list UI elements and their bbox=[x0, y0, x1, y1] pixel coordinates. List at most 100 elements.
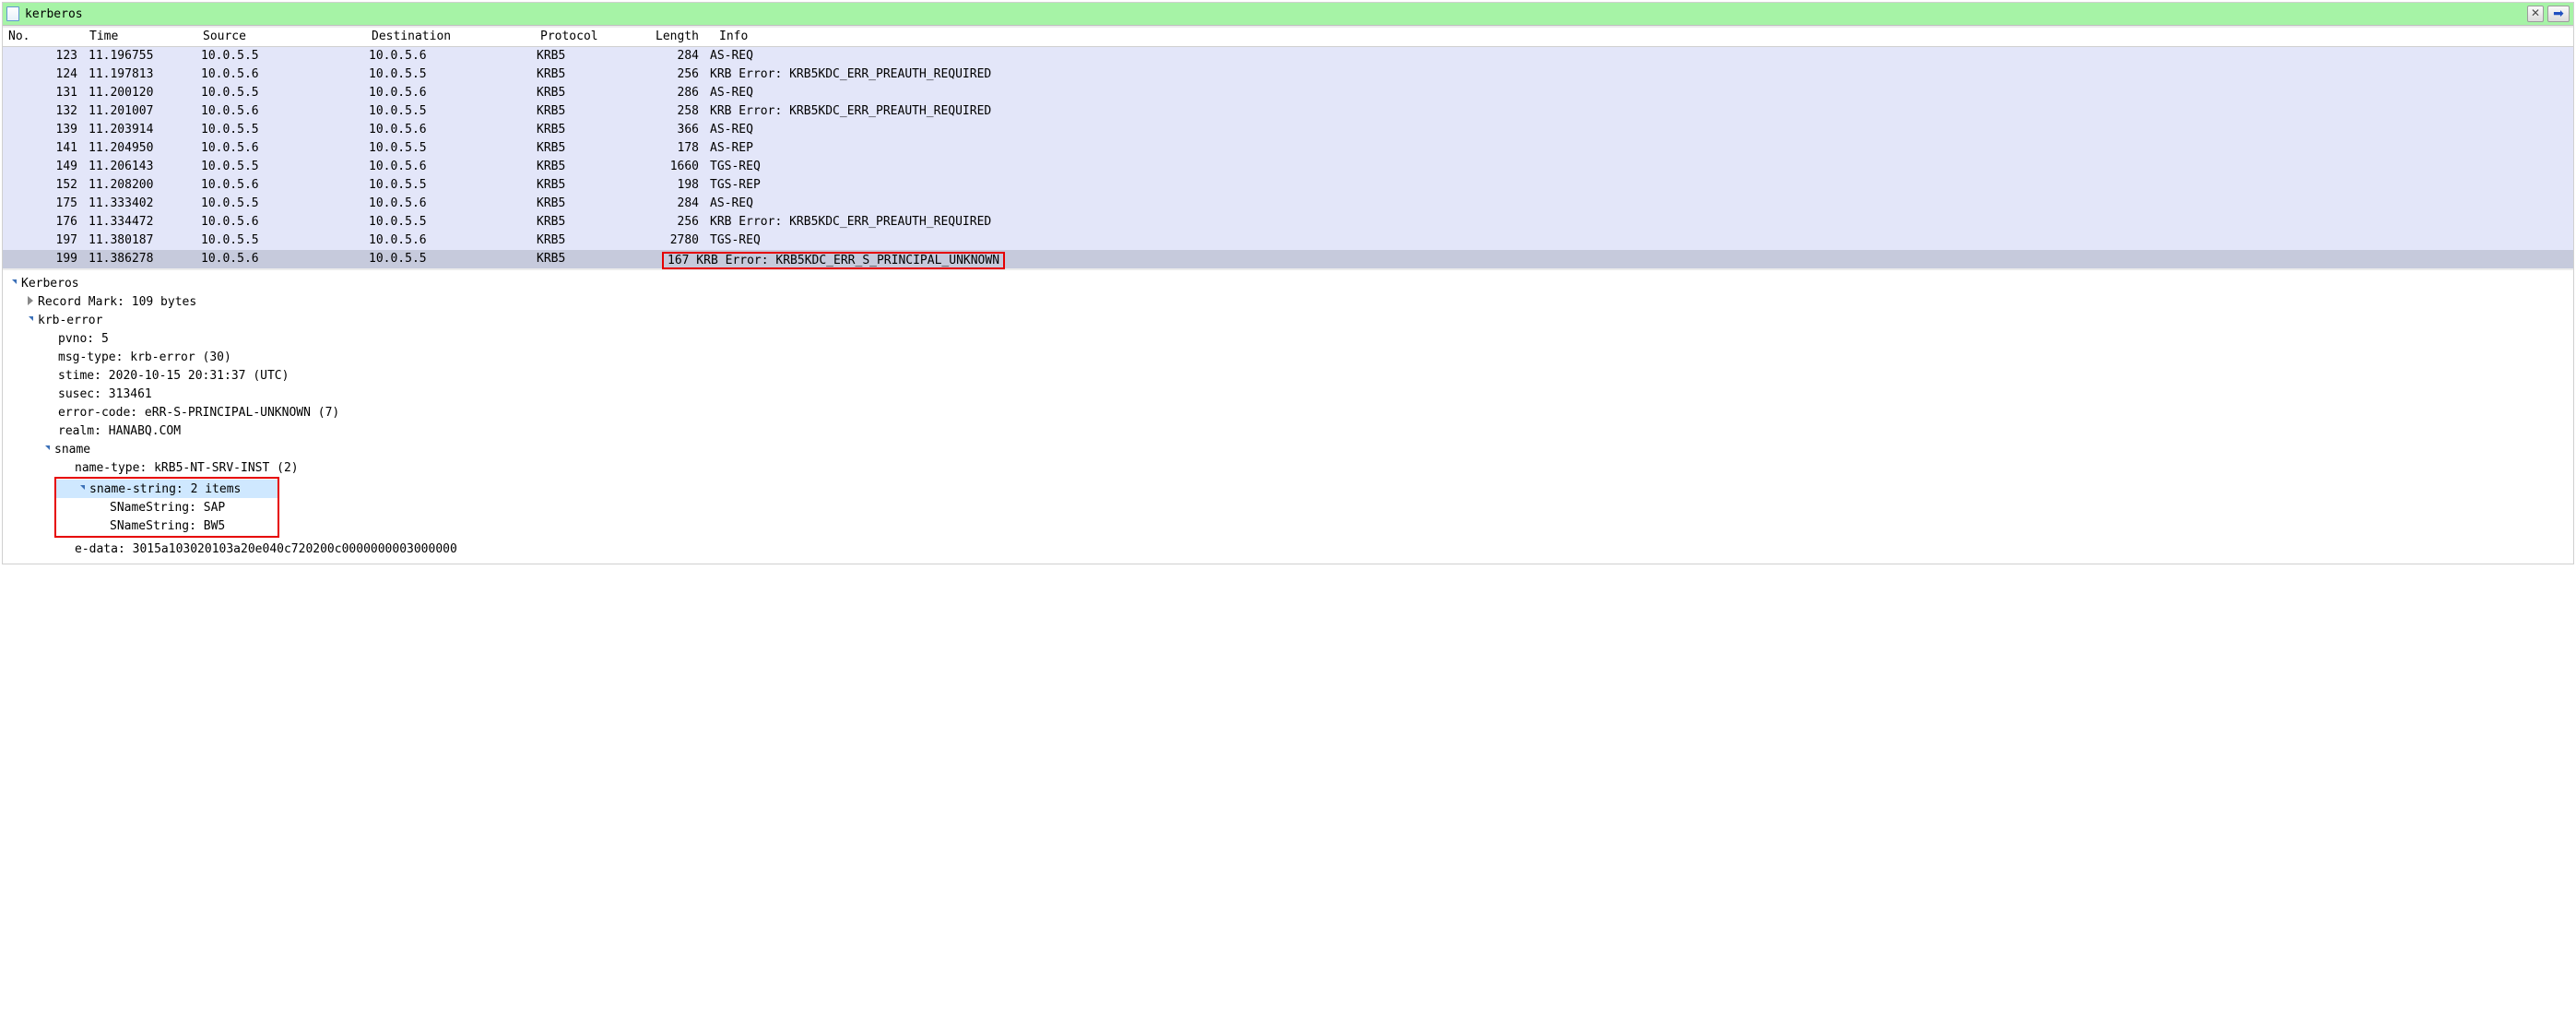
packet-list-header[interactable]: No. Time Source Destination Protocol Len… bbox=[3, 28, 2573, 47]
tree-leaf-e-data[interactable]: e-data: 3015a103020103a20e040c720200c000… bbox=[3, 540, 2573, 558]
tree-label: realm: HANABQ.COM bbox=[58, 424, 181, 438]
cell-time: 11.333402 bbox=[83, 195, 195, 213]
column-header-time[interactable]: Time bbox=[84, 28, 197, 46]
packet-row[interactable]: 17511.33340210.0.5.510.0.5.6KRB5284AS-RE… bbox=[3, 195, 2573, 213]
cell-length: 366 bbox=[645, 121, 704, 139]
packet-row[interactable]: 17611.33447210.0.5.610.0.5.5KRB5256KRB E… bbox=[3, 213, 2573, 231]
cell-no: 131 bbox=[3, 84, 83, 102]
cell-length: 286 bbox=[645, 84, 704, 102]
chevron-down-icon[interactable] bbox=[25, 315, 36, 326]
cell-time: 11.380187 bbox=[83, 231, 195, 250]
apply-filter-button[interactable]: ➡ bbox=[2547, 6, 2570, 22]
cell-no: 176 bbox=[3, 213, 83, 231]
cell-source: 10.0.5.6 bbox=[195, 65, 363, 84]
packet-row[interactable]: 13211.20100710.0.5.610.0.5.5KRB5258KRB E… bbox=[3, 102, 2573, 121]
column-header-info[interactable]: Info bbox=[714, 28, 2573, 46]
packet-row[interactable]: 14911.20614310.0.5.510.0.5.6KRB51660TGS-… bbox=[3, 158, 2573, 176]
tree-node-kerberos[interactable]: Kerberos bbox=[3, 274, 2573, 292]
column-header-source[interactable]: Source bbox=[197, 28, 366, 46]
tree-label: stime: 2020-10-15 20:31:37 (UTC) bbox=[58, 369, 289, 383]
cell-info: AS-REQ bbox=[704, 84, 2573, 102]
cell-no: 139 bbox=[3, 121, 83, 139]
cell-protocol: KRB5 bbox=[531, 250, 645, 268]
tree-leaf-snamestring-1[interactable]: SNameString: BW5 bbox=[56, 516, 278, 535]
cell-no: 149 bbox=[3, 158, 83, 176]
chevron-right-icon[interactable] bbox=[25, 296, 36, 307]
cell-source: 10.0.5.5 bbox=[195, 121, 363, 139]
chevron-down-icon[interactable] bbox=[77, 483, 88, 494]
tree-leaf-stime[interactable]: stime: 2020-10-15 20:31:37 (UTC) bbox=[3, 366, 2573, 385]
tree-node-krb-error[interactable]: krb-error bbox=[3, 311, 2573, 329]
annotation-highlight-box: sname-string: 2 items SNameString: SAP S… bbox=[54, 477, 279, 538]
tree-label: error-code: eRR-S-PRINCIPAL-UNKNOWN (7) bbox=[58, 406, 339, 420]
cell-source: 10.0.5.5 bbox=[195, 231, 363, 250]
tree-label: susec: 313461 bbox=[58, 387, 152, 401]
packet-row[interactable]: 19711.38018710.0.5.510.0.5.6KRB52780TGS-… bbox=[3, 231, 2573, 250]
cell-time: 11.206143 bbox=[83, 158, 195, 176]
tree-leaf-pvno[interactable]: pvno: 5 bbox=[3, 329, 2573, 348]
tree-label: SNameString: BW5 bbox=[110, 519, 225, 533]
cell-destination: 10.0.5.5 bbox=[363, 139, 531, 158]
cell-length: 258 bbox=[645, 102, 704, 121]
column-header-destination[interactable]: Destination bbox=[366, 28, 535, 46]
cell-destination: 10.0.5.6 bbox=[363, 195, 531, 213]
cell-protocol: KRB5 bbox=[531, 231, 645, 250]
tree-label: sname bbox=[54, 443, 90, 457]
cell-protocol: KRB5 bbox=[531, 121, 645, 139]
cell-protocol: KRB5 bbox=[531, 158, 645, 176]
packet-row[interactable]: 12311.19675510.0.5.510.0.5.6KRB5284AS-RE… bbox=[3, 47, 2573, 65]
packet-row[interactable]: 14111.20495010.0.5.610.0.5.5KRB5178AS-RE… bbox=[3, 139, 2573, 158]
cell-destination: 10.0.5.6 bbox=[363, 121, 531, 139]
tree-leaf-name-type[interactable]: name-type: kRB5-NT-SRV-INST (2) bbox=[3, 458, 2573, 477]
tree-node-record-mark[interactable]: Record Mark: 109 bytes bbox=[3, 292, 2573, 311]
tree-node-sname-string[interactable]: sname-string: 2 items bbox=[56, 480, 278, 498]
tree-leaf-snamestring-0[interactable]: SNameString: SAP bbox=[56, 498, 278, 516]
tree-leaf-susec[interactable]: susec: 313461 bbox=[3, 385, 2573, 403]
clear-filter-button[interactable]: ✕ bbox=[2527, 6, 2544, 22]
cell-no: 141 bbox=[3, 139, 83, 158]
cell-protocol: KRB5 bbox=[531, 47, 645, 65]
cell-time: 11.196755 bbox=[83, 47, 195, 65]
cell-no: 124 bbox=[3, 65, 83, 84]
chevron-down-icon[interactable] bbox=[41, 444, 53, 455]
tree-label: sname-string: 2 items bbox=[89, 482, 241, 496]
cell-no: 175 bbox=[3, 195, 83, 213]
packet-row[interactable]: 19911.38627810.0.5.610.0.5.5KRB5167 KRB … bbox=[3, 250, 2573, 268]
tree-leaf-error-code[interactable]: error-code: eRR-S-PRINCIPAL-UNKNOWN (7) bbox=[3, 403, 2573, 421]
cell-source: 10.0.5.6 bbox=[195, 139, 363, 158]
cell-time: 11.386278 bbox=[83, 250, 195, 268]
column-header-no[interactable]: No. bbox=[3, 28, 84, 46]
packet-row[interactable]: 15211.20820010.0.5.610.0.5.5KRB5198TGS-R… bbox=[3, 176, 2573, 195]
cell-length: 284 bbox=[645, 47, 704, 65]
tree-label: Kerberos bbox=[21, 277, 79, 291]
packet-row[interactable]: 12411.19781310.0.5.610.0.5.5KRB5256KRB E… bbox=[3, 65, 2573, 84]
tree-leaf-msg-type[interactable]: msg-type: krb-error (30) bbox=[3, 348, 2573, 366]
packet-row[interactable]: 13111.20012010.0.5.510.0.5.6KRB5286AS-RE… bbox=[3, 84, 2573, 102]
cell-protocol: KRB5 bbox=[531, 176, 645, 195]
column-header-protocol[interactable]: Protocol bbox=[535, 28, 650, 46]
tree-leaf-realm[interactable]: realm: HANABQ.COM bbox=[3, 421, 2573, 440]
bookmark-icon[interactable] bbox=[6, 6, 19, 21]
cell-info: TGS-REP bbox=[704, 176, 2573, 195]
column-header-length[interactable]: Length bbox=[650, 28, 714, 46]
tree-label: pvno: 5 bbox=[58, 332, 109, 346]
cell-info: TGS-REQ bbox=[704, 158, 2573, 176]
cell-info: TGS-REQ bbox=[704, 231, 2573, 250]
cell-length: 256 bbox=[645, 65, 704, 84]
cell-info: KRB Error: KRB5KDC_ERR_PREAUTH_REQUIRED bbox=[704, 65, 2573, 84]
cell-destination: 10.0.5.5 bbox=[363, 250, 531, 268]
cell-destination: 10.0.5.5 bbox=[363, 213, 531, 231]
tree-node-sname[interactable]: sname bbox=[3, 440, 2573, 458]
tree-label: Record Mark: 109 bytes bbox=[38, 295, 196, 309]
cell-destination: 10.0.5.5 bbox=[363, 65, 531, 84]
cell-time: 11.197813 bbox=[83, 65, 195, 84]
chevron-down-icon[interactable] bbox=[8, 278, 19, 289]
cell-length: 178 bbox=[645, 139, 704, 158]
cell-protocol: KRB5 bbox=[531, 84, 645, 102]
tree-label: krb-error bbox=[38, 314, 102, 327]
packet-row[interactable]: 13911.20391410.0.5.510.0.5.6KRB5366AS-RE… bbox=[3, 121, 2573, 139]
display-filter-input[interactable] bbox=[23, 3, 2523, 25]
packet-list-pane: No. Time Source Destination Protocol Len… bbox=[3, 26, 2573, 270]
cell-source: 10.0.5.6 bbox=[195, 213, 363, 231]
cell-info: AS-REQ bbox=[704, 121, 2573, 139]
